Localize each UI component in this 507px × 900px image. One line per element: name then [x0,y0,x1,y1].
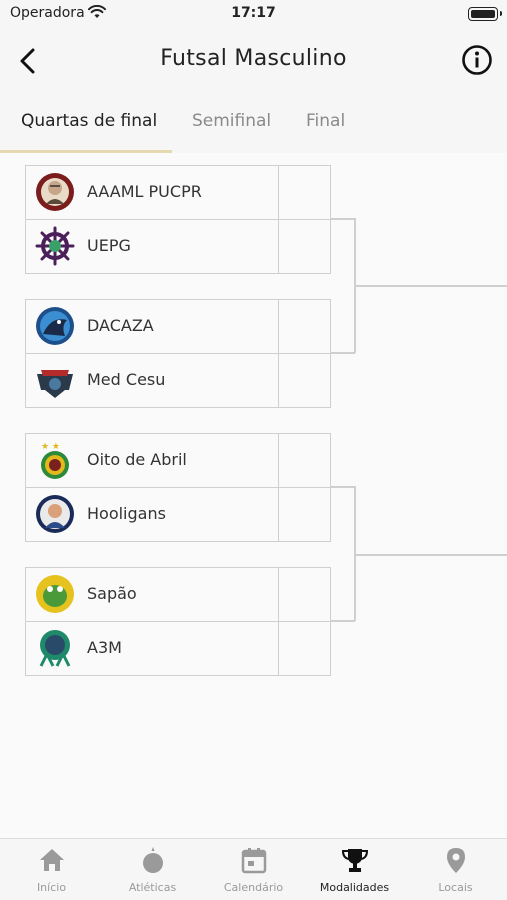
team-row[interactable]: UEPG [25,219,331,274]
score-divider [278,354,279,407]
a3m-logo-icon [39,630,71,667]
team-name: AAAML PUCPR [87,182,202,201]
trophy-icon [341,849,369,872]
dacaza-logo-icon [36,307,74,345]
tabbar-item-calendario[interactable]: Calendário [203,839,304,900]
team-name: UEPG [87,236,131,255]
team-row[interactable]: Sapão [25,567,331,622]
bracket-connector [331,218,355,220]
tabbar-item-locais[interactable]: Locais [405,839,506,900]
bracket-connector [331,486,355,488]
score-divider [278,166,279,219]
bracket-connector [355,554,507,556]
tabbar-item-inicio[interactable]: Início [1,839,102,900]
medal-icon [143,847,163,873]
tabbar-label: Início [36,881,67,894]
navigation-bar: Futsal Masculino [0,30,507,90]
bracket-connector [331,620,355,622]
team-row[interactable]: ★ ★ Oito de Abril [25,433,331,488]
tabbar-label: Atléticas [128,881,177,894]
bracket-connector [331,352,355,354]
tabbar-item-atleticas[interactable]: Atléticas [102,839,203,900]
score-divider [278,220,279,273]
calendar-icon [241,848,267,874]
clock: 17:17 [231,5,276,21]
team-row[interactable]: A3M [25,621,331,676]
team-name: Hooligans [87,504,166,523]
bracket: AAAML PUCPR UEPG DACAZA Med Cesu ★ ★ Oit… [0,153,507,839]
tabbar-item-modalidades[interactable]: Modalidades [304,839,405,900]
score-divider [278,568,279,621]
team-name: Sapão [87,584,137,603]
tabbar-label: Calendário [223,881,284,894]
team-row[interactable]: Med Cesu [25,353,331,408]
location-pin-icon [447,848,465,873]
svg-text:★ ★: ★ ★ [41,442,60,452]
uepg-logo-icon [35,226,75,266]
bottom-tab-bar: Início Atléticas Calendário Modalidades [0,838,507,900]
battery-icon [468,7,502,21]
team-name: A3M [87,638,122,657]
tab-semifinal[interactable]: Semifinal [192,111,271,131]
info-button[interactable] [461,44,493,76]
team-name: Med Cesu [87,370,166,389]
oito-de-abril-logo-icon: ★ ★ [41,442,69,479]
round-tabs: Quartas de final Semifinal Final [0,90,507,153]
score-divider [278,300,279,353]
hooligans-logo-icon [36,495,74,533]
page-title: Futsal Masculino [160,46,347,71]
score-divider [278,434,279,487]
aaaml-pucpr-logo-icon [36,173,74,211]
home-icon [40,849,64,871]
score-divider [278,622,279,675]
med-cesu-logo-icon [37,370,73,398]
status-bar: Operadora 17:17 [0,0,507,30]
team-row[interactable]: AAAML PUCPR [25,165,331,220]
score-divider [278,488,279,541]
team-name: Oito de Abril [87,450,187,469]
bracket-connector [355,285,507,287]
sapao-logo-icon [36,575,74,613]
tab-quartas-de-final[interactable]: Quartas de final [21,111,157,131]
tabbar-label: Locais [438,881,473,894]
team-row[interactable]: Hooligans [25,487,331,542]
tab-final[interactable]: Final [306,111,345,131]
tabbar-label: Modalidades [319,881,390,894]
team-row[interactable]: DACAZA [25,299,331,354]
team-name: DACAZA [87,316,154,335]
